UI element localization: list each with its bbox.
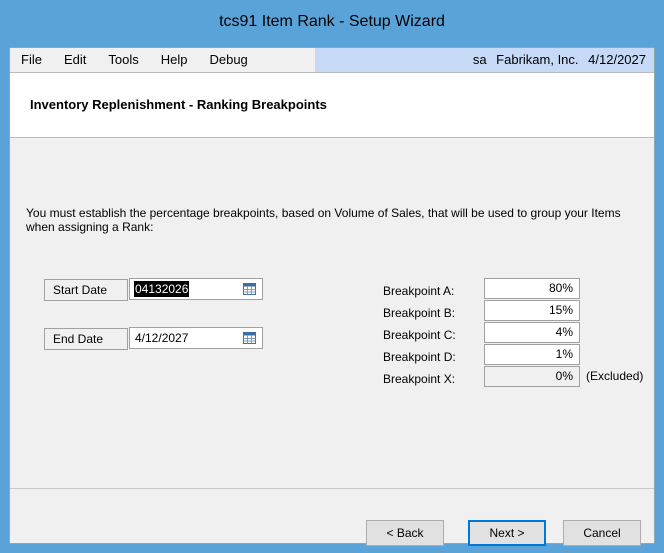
menu-help[interactable]: Help	[150, 48, 199, 72]
breakpoint-d-label: Breakpoint D:	[383, 350, 456, 364]
session-company: Fabrikam, Inc.	[496, 52, 579, 67]
session-info: sa Fabrikam, Inc. 4/12/2027	[315, 48, 654, 72]
calendar-icon[interactable]	[243, 332, 256, 344]
back-button[interactable]: < Back	[366, 520, 444, 546]
start-date-field[interactable]: 04132026	[129, 278, 263, 300]
start-date-label: Start Date	[44, 279, 128, 301]
page-title: Inventory Replenishment - Ranking Breakp…	[30, 97, 327, 112]
instructions-text: You must establish the percentage breakp…	[26, 206, 621, 234]
breakpoint-x-label: Breakpoint X:	[383, 372, 456, 386]
wizard-client-area: File Edit Tools Help Debug sa Fabrikam, …	[9, 47, 655, 546]
breakpoint-c-label: Breakpoint C:	[383, 328, 456, 342]
window-title: tcs91 Item Rank - Setup Wizard	[219, 13, 445, 30]
end-date-value: 4/12/2027	[135, 331, 189, 345]
header-panel: Inventory Replenishment - Ranking Breakp…	[10, 72, 654, 138]
menu-file[interactable]: File	[10, 48, 53, 72]
breakpoint-x-input: 0%	[484, 366, 580, 387]
cancel-button[interactable]: Cancel	[563, 520, 641, 546]
end-date-field[interactable]: 4/12/2027	[129, 327, 263, 349]
menu-edit[interactable]: Edit	[53, 48, 97, 72]
breakpoint-c-input[interactable]: 4%	[484, 322, 580, 343]
breakpoint-a-input[interactable]: 80%	[484, 278, 580, 299]
next-button[interactable]: Next >	[468, 520, 546, 546]
end-date-label: End Date	[44, 328, 128, 350]
wizard-window: tcs91 Item Rank - Setup Wizard File Edit…	[0, 0, 664, 553]
session-date: 4/12/2027	[588, 52, 646, 67]
menu-debug[interactable]: Debug	[198, 48, 258, 72]
session-user: sa	[472, 52, 487, 67]
breakpoint-d-input[interactable]: 1%	[484, 344, 580, 365]
breakpoint-b-label: Breakpoint B:	[383, 306, 456, 320]
breakpoint-b-input[interactable]: 15%	[484, 300, 580, 321]
menu-bar: File Edit Tools Help Debug sa Fabrikam, …	[10, 48, 654, 72]
menu-tools[interactable]: Tools	[97, 48, 149, 72]
title-bar[interactable]: tcs91 Item Rank - Setup Wizard	[1, 1, 663, 47]
start-date-value: 04132026	[134, 281, 190, 297]
excluded-note: (Excluded)	[586, 369, 644, 383]
button-separator	[10, 488, 654, 489]
calendar-icon[interactable]	[243, 283, 256, 295]
breakpoint-a-label: Breakpoint A:	[383, 284, 455, 298]
